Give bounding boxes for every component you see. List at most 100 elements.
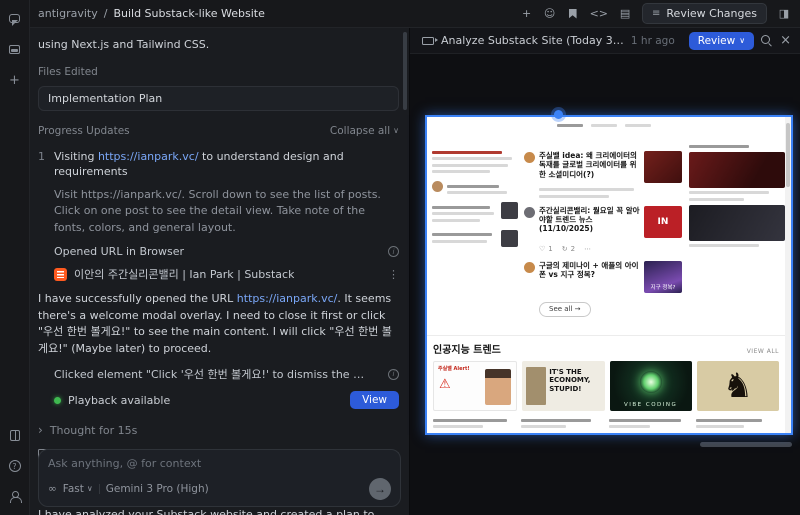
article-card-unicorn[interactable]: ♞ bbox=[697, 361, 779, 411]
review-label: Review bbox=[698, 35, 735, 47]
text-line-skeleton bbox=[433, 419, 507, 422]
bookmark-glyph bbox=[569, 9, 577, 19]
mode-selector[interactable]: Fast ∨ bbox=[63, 483, 93, 495]
click-indicator-dot bbox=[554, 110, 563, 119]
chat-composer[interactable]: ∞ Fast ∨ Gemini 3 Pro (High) → bbox=[38, 449, 401, 507]
bookmark-icon[interactable] bbox=[567, 7, 579, 21]
article-card-economy[interactable]: IT'S THE ECONOMY, STUPID! bbox=[522, 361, 604, 411]
mini-post[interactable] bbox=[432, 181, 518, 194]
chat-input[interactable] bbox=[48, 457, 391, 470]
text-line-skeleton bbox=[447, 191, 507, 194]
close-icon[interactable]: × bbox=[780, 34, 791, 47]
post-item[interactable]: 주간실리콘밸리: 월요일 꼭 알아야할 트렌드 뉴스 (11/10/2025) … bbox=[524, 206, 682, 238]
send-button[interactable]: → bbox=[369, 478, 391, 500]
post-thumbnail bbox=[644, 151, 682, 183]
breadcrumb-project[interactable]: antigravity bbox=[38, 7, 98, 20]
info-icon[interactable]: i bbox=[388, 369, 399, 380]
inbox-icon[interactable] bbox=[7, 41, 23, 57]
text-line-skeleton bbox=[432, 206, 490, 209]
mode-label: Fast bbox=[63, 483, 84, 495]
text-line-skeleton bbox=[696, 425, 744, 428]
mini-post[interactable] bbox=[432, 202, 518, 222]
thought-toggle[interactable]: › Thought for 15s bbox=[38, 423, 399, 437]
chevron-down-icon: ∨ bbox=[87, 485, 93, 493]
horse-illustration: ♞ bbox=[723, 369, 753, 403]
mini-post[interactable] bbox=[432, 230, 518, 247]
account-icon[interactable] bbox=[7, 489, 23, 505]
breadcrumb-title: Build Substack-like Website bbox=[113, 7, 264, 20]
review-button[interactable]: Review ∨ bbox=[689, 32, 754, 50]
warning-icon: ⚠ bbox=[439, 378, 451, 391]
portrait-photo bbox=[526, 367, 546, 405]
assistant-summary: I have analyzed your Substack website an… bbox=[38, 507, 399, 515]
new-tab-icon[interactable]: + bbox=[521, 7, 533, 21]
url-link[interactable]: https://ianpark.vc/ bbox=[237, 292, 338, 305]
review-changes-button[interactable]: ≡ Review Changes bbox=[642, 3, 767, 24]
collapse-all-button[interactable]: Collapse all ∨ bbox=[330, 125, 399, 137]
preview-body: 주실밸 idea: 왜 크리에이터의 독재를 글로벌 크리에이터를 위한 소셜미… bbox=[410, 54, 800, 515]
restacks-count: 2 bbox=[571, 245, 575, 253]
thumbnail-text: 지구 정복? bbox=[651, 283, 676, 291]
help-icon[interactable]: ? bbox=[7, 458, 23, 474]
view-playback-button[interactable]: View bbox=[350, 391, 399, 409]
text-line-skeleton bbox=[432, 212, 494, 215]
info-icon[interactable]: i bbox=[388, 246, 399, 257]
browser-page-item[interactable]: 이안의 주간실리콘밸리 | Ian Park | Substack ⋮ bbox=[54, 266, 399, 282]
restack-icon[interactable]: ↻ bbox=[562, 245, 568, 253]
divider bbox=[99, 484, 100, 494]
avatar bbox=[524, 262, 535, 273]
agent-icon[interactable]: ☺ bbox=[544, 7, 556, 21]
edited-file-item[interactable]: Implementation Plan bbox=[38, 86, 399, 111]
article-card-vibe-coding[interactable]: VIBE CODING bbox=[610, 361, 692, 411]
post-item[interactable]: 주실밸 idea: 왜 크리에이터의 독재를 글로벌 크리에이터를 위한 소셜미… bbox=[524, 151, 682, 183]
inbox-tray-icon bbox=[9, 45, 20, 54]
substack-site: 주실밸 idea: 왜 크리에이터의 독재를 글로벌 크리에이터를 위한 소셜미… bbox=[427, 117, 791, 433]
text-line-skeleton bbox=[557, 124, 583, 127]
featured-image[interactable] bbox=[689, 152, 785, 188]
task-title: Analyze Substack Site (Today 3:11 PM) bbox=[441, 34, 624, 47]
docs-icon[interactable] bbox=[7, 427, 23, 443]
more-icon[interactable]: ⋯ bbox=[584, 245, 591, 253]
horizontal-scrollbar[interactable] bbox=[700, 442, 792, 447]
panel-layout-icon[interactable]: ▤ bbox=[619, 7, 631, 21]
post-title: 구글의 제미나이 + 애플의 아이폰 vs 지구 정복? bbox=[539, 261, 640, 293]
text-line-skeleton bbox=[625, 124, 651, 127]
glowing-orb-graphic bbox=[640, 371, 662, 393]
topbar-actions: + ☺ <> ▤ ≡ Review Changes ◨ bbox=[521, 3, 790, 24]
tool-call-clicked-element[interactable]: Clicked element "Click '우선 한번 볼게요!' to d… bbox=[54, 366, 399, 382]
text-line-skeleton bbox=[539, 195, 609, 198]
post-meta bbox=[539, 188, 682, 198]
kebab-menu-icon[interactable]: ⋮ bbox=[388, 268, 399, 281]
model-selector[interactable]: Gemini 3 Pro (High) bbox=[106, 483, 209, 495]
see-all-button[interactable]: See all → bbox=[539, 302, 591, 317]
text-line-skeleton bbox=[447, 185, 499, 188]
featured-image[interactable] bbox=[689, 205, 785, 241]
tool-call-opened-url[interactable]: Opened URL in Browser i bbox=[54, 245, 399, 258]
text-line-skeleton bbox=[432, 151, 502, 154]
url-link[interactable]: https://ianpark.vc/ bbox=[98, 150, 199, 163]
new-conversation-icon[interactable]: + bbox=[7, 72, 23, 88]
heart-icon[interactable]: ♡ bbox=[539, 245, 545, 253]
search-icon[interactable] bbox=[761, 35, 773, 47]
text-line-skeleton bbox=[689, 145, 749, 148]
chat-scrollbar[interactable] bbox=[403, 32, 407, 110]
article-card-alert[interactable]: 주실밸 Alert! ⚠ bbox=[433, 361, 517, 411]
text-line-skeleton bbox=[539, 188, 634, 191]
code-icon[interactable]: <> bbox=[590, 7, 608, 21]
text-line-skeleton bbox=[432, 233, 492, 236]
summary-line-1: I have analyzed your Substack website an… bbox=[38, 507, 399, 515]
chat-icon[interactable] bbox=[7, 10, 23, 26]
website-screenshot[interactable]: 주실밸 idea: 왜 크리에이터의 독재를 글로벌 크리에이터를 위한 소셜미… bbox=[425, 115, 793, 435]
text-line-skeleton bbox=[609, 425, 650, 428]
section-header: 인공지능 트렌드 VIEW ALL bbox=[433, 341, 779, 356]
site-scrollbar[interactable] bbox=[785, 117, 791, 433]
mini-post-text bbox=[432, 202, 497, 222]
step-text: Visiting https://ianpark.vc/ to understa… bbox=[54, 149, 399, 180]
substack-favicon bbox=[54, 268, 67, 281]
thumbnail-text: IN bbox=[658, 217, 669, 227]
step-number: 1 bbox=[38, 149, 46, 180]
layout-toggle-icon[interactable]: ◨ bbox=[778, 7, 790, 21]
avatar bbox=[524, 152, 535, 163]
view-all-link[interactable]: VIEW ALL bbox=[747, 348, 779, 355]
post-item[interactable]: 구글의 제미나이 + 애플의 아이폰 vs 지구 정복? 지구 정복? bbox=[524, 261, 682, 293]
